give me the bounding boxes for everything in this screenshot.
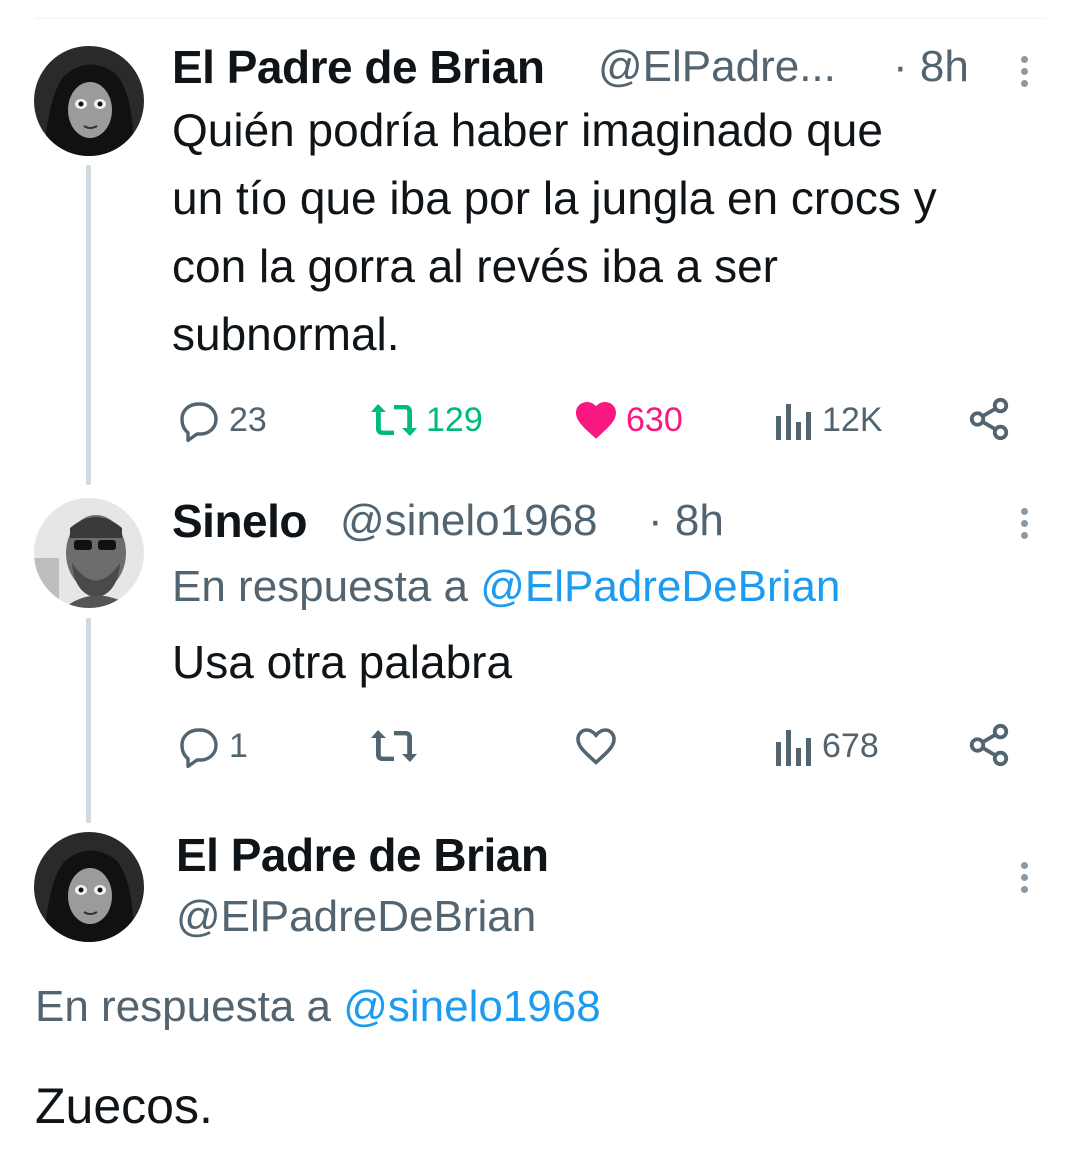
reply-icon [180, 728, 218, 769]
retweet-button[interactable]: 129 [368, 396, 483, 444]
avatar[interactable] [34, 46, 144, 156]
avatar[interactable] [34, 498, 144, 608]
thread-line [86, 618, 91, 823]
reply-button[interactable]: 23 [175, 396, 267, 444]
like-button[interactable]: 630 [572, 396, 683, 444]
views-button[interactable]: 12K [772, 396, 883, 444]
avatar-image [34, 832, 144, 942]
author-name[interactable]: El Padre de Brian [176, 828, 549, 882]
heart-icon [576, 402, 616, 439]
author-name[interactable]: Sinelo [172, 494, 308, 548]
share-button[interactable] [966, 396, 1012, 442]
reply-count: 1 [229, 726, 248, 765]
avatar-image [34, 46, 144, 156]
reply-prefix: En respuesta a [35, 982, 331, 1031]
views-icon [776, 730, 811, 766]
reply-count: 23 [229, 400, 267, 439]
heart-icon [576, 728, 616, 765]
view-count: 12K [822, 400, 883, 439]
tweet-text: Zuecos. [35, 1078, 213, 1134]
author-name[interactable]: El Padre de Brian [172, 40, 545, 94]
share-button[interactable] [966, 722, 1012, 768]
author-handle[interactable]: @sinelo1968 [340, 496, 598, 546]
author-handle[interactable]: @ElPadre... [598, 42, 836, 92]
share-icon [969, 397, 1009, 441]
retweet-button[interactable] [368, 722, 420, 770]
avatar-image [34, 498, 144, 608]
view-count: 678 [822, 726, 879, 765]
retweet-icon [371, 730, 417, 762]
author-handle[interactable]: @ElPadreDeBrian [176, 892, 536, 942]
reply-icon [180, 402, 218, 443]
more-options-icon[interactable] [1021, 56, 1029, 92]
more-options-icon[interactable] [1021, 862, 1029, 898]
more-options-icon[interactable] [1021, 508, 1029, 544]
like-count: 630 [626, 400, 683, 439]
share-icon [969, 723, 1009, 767]
reply-context: En respuesta a @sinelo1968 [35, 982, 601, 1032]
thread-line [86, 165, 91, 485]
retweet-icon [371, 404, 417, 436]
tweet-time[interactable]: · 8h [648, 496, 724, 546]
reply-context: En respuesta a @ElPadreDeBrian [172, 562, 840, 612]
avatar[interactable] [34, 832, 144, 942]
reply-button[interactable]: 1 [175, 722, 248, 770]
tweet-time[interactable]: · 8h [893, 42, 969, 92]
like-button[interactable] [572, 722, 620, 770]
retweet-count: 129 [426, 400, 483, 439]
views-icon [776, 404, 811, 440]
reply-target-link[interactable]: @ElPadreDeBrian [480, 562, 840, 611]
reply-target-link[interactable]: @sinelo1968 [343, 982, 601, 1031]
views-button[interactable]: 678 [772, 722, 879, 770]
top-divider [35, 18, 1045, 19]
tweet-text: Quién podría haber imaginado que un tío … [172, 104, 937, 360]
reply-prefix: En respuesta a [172, 562, 468, 611]
tweet-text: Usa otra palabra [172, 636, 513, 688]
